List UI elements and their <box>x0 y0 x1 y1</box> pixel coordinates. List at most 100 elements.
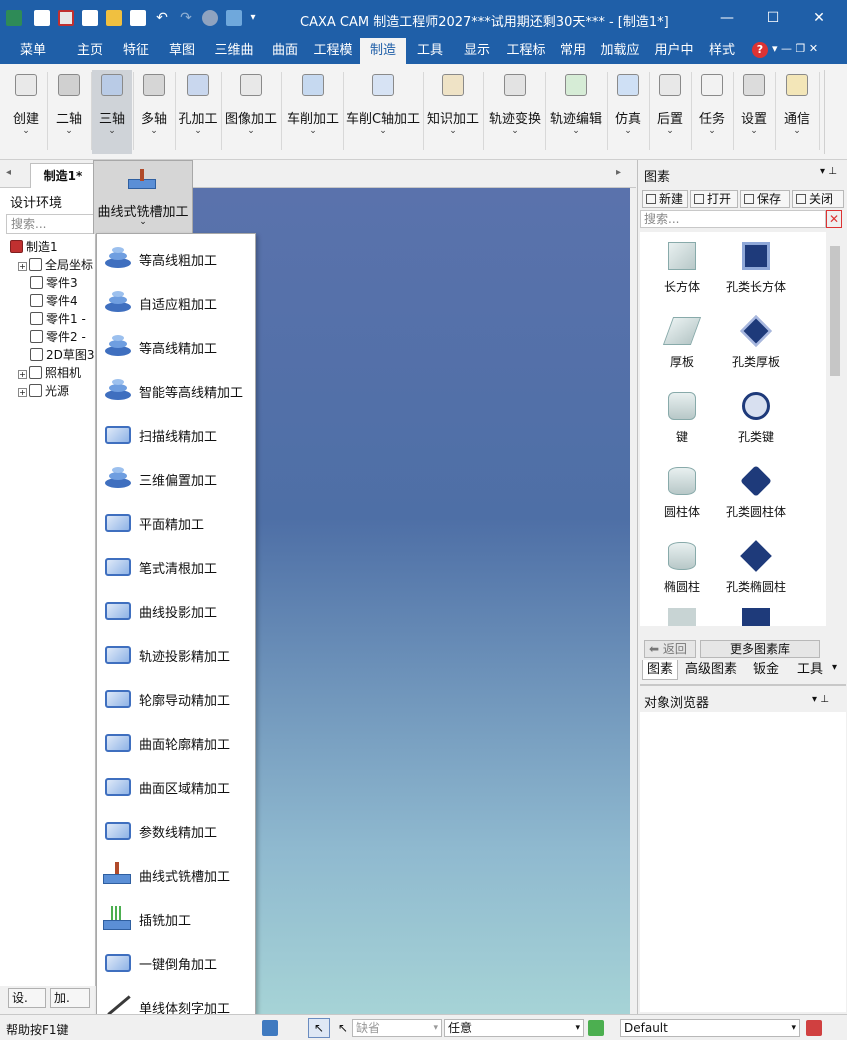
menu-tab-9[interactable]: 显示 <box>454 38 500 64</box>
layer-combo[interactable]: Default ▾ <box>620 1019 800 1037</box>
color-icon[interactable] <box>806 1020 822 1036</box>
menu-tab-5[interactable]: 曲面 <box>264 38 306 64</box>
library-item-partial[interactable] <box>742 608 770 626</box>
panel-menu-icon[interactable]: ▾ ⊥ <box>820 166 837 177</box>
undo-icon[interactable]: ↶ <box>154 10 170 26</box>
menu-tab-4[interactable]: 三维曲 <box>206 38 262 64</box>
tree-item[interactable]: + 照相机 <box>18 364 81 382</box>
menu-tab-7[interactable]: 制造 <box>360 38 406 64</box>
expand-icon[interactable]: + <box>18 262 27 271</box>
expand-icon[interactable]: + <box>18 370 27 379</box>
tree-item[interactable]: + 全局坐标 <box>18 256 93 274</box>
menu-tab-11[interactable]: 常用 <box>552 38 594 64</box>
dropdown-item[interactable]: 一键倒角加工 <box>97 940 255 984</box>
new-icon[interactable] <box>34 10 50 26</box>
menu-tab-14[interactable]: 样式 <box>704 38 740 64</box>
library-item[interactable]: 键 <box>640 386 724 458</box>
dropdown-item[interactable]: 笔式清根加工 <box>97 544 255 588</box>
dropdown-item[interactable]: 曲线式铣槽加工 <box>97 852 255 896</box>
library-tab-1[interactable]: 高级图素 <box>680 660 742 680</box>
ribbon-button-2[interactable]: 三轴 ⌄ <box>92 70 132 154</box>
tab-scroll-left-icon[interactable]: ◂ <box>6 167 11 178</box>
library-scrollbar[interactable] <box>828 232 842 626</box>
more-library-button[interactable]: 更多图素库 <box>700 640 820 658</box>
library-toolbar-button-0[interactable]: 新建 <box>642 190 688 208</box>
library-item-partial[interactable] <box>668 608 696 626</box>
ribbon-overflow[interactable] <box>824 70 842 154</box>
filter-combo-any[interactable]: 任意 ▾ <box>444 1019 584 1037</box>
dropdown-item[interactable]: 轨迹投影精加工 <box>97 632 255 676</box>
tree-item[interactable]: 制造1 <box>10 238 58 256</box>
tree-item[interactable]: 零件4 <box>30 292 78 310</box>
menu-tab-0[interactable]: 菜单 <box>0 38 66 64</box>
quick-access-dropdown-icon[interactable]: ▾ <box>248 10 258 26</box>
menu-tab-13[interactable]: 用户中 <box>646 38 702 64</box>
tree-item[interactable]: + 光源 <box>18 382 69 400</box>
library-search-input[interactable]: 搜索... <box>640 210 826 228</box>
ribbon-button-3[interactable]: 多轴 ⌄ <box>134 70 174 154</box>
slot-milling-header-button[interactable]: 曲线式铣槽加工 ⌄ <box>93 160 193 234</box>
menu-tab-10[interactable]: 工程标 <box>502 38 550 64</box>
tree-item[interactable]: 2D草图3 <box>30 346 95 364</box>
library-item[interactable]: 厚板 <box>640 311 724 383</box>
dropdown-item[interactable]: 智能等高线精加工 <box>97 368 255 412</box>
ribbon-button-8[interactable]: 知识加工 ⌄ <box>424 70 482 154</box>
tab-design[interactable]: 设. <box>8 988 46 1008</box>
globe-icon[interactable] <box>202 10 218 26</box>
tree-item[interactable]: 零件1 - <box>30 310 86 328</box>
ribbon-button-13[interactable]: 任务 ⌄ <box>692 70 732 154</box>
library-toolbar-button-1[interactable]: 打开 <box>690 190 738 208</box>
layer-icon[interactable] <box>588 1020 604 1036</box>
tab-machining[interactable]: 加. <box>50 988 90 1008</box>
library-tab-3[interactable]: 工具 <box>790 660 830 680</box>
ribbon-button-4[interactable]: 孔加工 ⌄ <box>176 70 220 154</box>
dropdown-item[interactable]: 等高线粗加工 <box>97 236 255 280</box>
pointer-filter-icon[interactable]: ↖ <box>338 1021 348 1035</box>
ribbon-button-14[interactable]: 设置 ⌄ <box>734 70 774 154</box>
menu-tab-8[interactable]: 工具 <box>408 38 452 64</box>
select-pointer-icon[interactable]: ↖ <box>308 1018 330 1038</box>
ribbon-button-5[interactable]: 图像加工 ⌄ <box>222 70 280 154</box>
mail-icon[interactable] <box>58 10 74 26</box>
close-button[interactable]: ✕ <box>804 8 834 28</box>
dropdown-item[interactable]: 平面精加工 <box>97 500 255 544</box>
back-button[interactable]: ⬅ 返回 <box>644 640 696 658</box>
dropdown-item[interactable]: 插铣加工 <box>97 896 255 940</box>
clear-search-icon[interactable]: ✕ <box>826 210 842 228</box>
dropdown-item[interactable]: 曲线投影加工 <box>97 588 255 632</box>
ribbon-button-1[interactable]: 二轴 ⌄ <box>48 70 90 154</box>
view-cube-icon[interactable] <box>262 1020 278 1036</box>
library-item[interactable]: 孔类键 <box>714 386 798 458</box>
tabs-overflow-icon[interactable]: ▾ <box>832 662 837 673</box>
library-item[interactable]: 孔类长方体 <box>714 236 798 308</box>
ribbon-button-12[interactable]: 后置 ⌄ <box>650 70 690 154</box>
ribbon-button-6[interactable]: 车削加工 ⌄ <box>284 70 342 154</box>
tree-search-input[interactable]: 搜索... <box>6 214 94 234</box>
tree-item[interactable]: 零件3 <box>30 274 78 292</box>
grid-icon[interactable] <box>226 10 242 26</box>
menu-tab-1[interactable]: 主页 <box>68 38 112 64</box>
library-tab-2[interactable]: 钣金 <box>744 660 788 680</box>
menu-tab-3[interactable]: 草图 <box>160 38 204 64</box>
library-item[interactable]: 孔类椭圆柱 <box>714 536 798 608</box>
dropdown-item[interactable]: 扫描线精加工 <box>97 412 255 456</box>
doc-tab[interactable]: 制造1* <box>30 163 96 188</box>
dropdown-item[interactable]: 参数线精加工 <box>97 808 255 852</box>
minimize-button[interactable]: — <box>712 8 742 28</box>
library-toolbar-button-2[interactable]: 保存 <box>740 190 790 208</box>
dropdown-item[interactable]: 三维偏置加工 <box>97 456 255 500</box>
dropdown-item[interactable]: 曲面区域精加工 <box>97 764 255 808</box>
menu-tab-12[interactable]: 加载应 <box>596 38 644 64</box>
library-item[interactable]: 椭圆柱 <box>640 536 724 608</box>
menu-tab-2[interactable]: 特征 <box>114 38 158 64</box>
open-icon[interactable] <box>106 10 122 26</box>
dropdown-item[interactable]: 等高线精加工 <box>97 324 255 368</box>
ribbon-button-11[interactable]: 仿真 ⌄ <box>608 70 648 154</box>
tab-scroll-right-icon[interactable]: ▸ <box>616 167 621 178</box>
library-item[interactable]: 圆柱体 <box>640 461 724 533</box>
ribbon-button-15[interactable]: 通信 ⌄ <box>776 70 818 154</box>
help-icon[interactable]: ? <box>752 42 768 58</box>
maximize-button[interactable]: ☐ <box>758 8 788 28</box>
expand-icon[interactable]: + <box>18 388 27 397</box>
tree-item[interactable]: 零件2 - <box>30 328 86 346</box>
